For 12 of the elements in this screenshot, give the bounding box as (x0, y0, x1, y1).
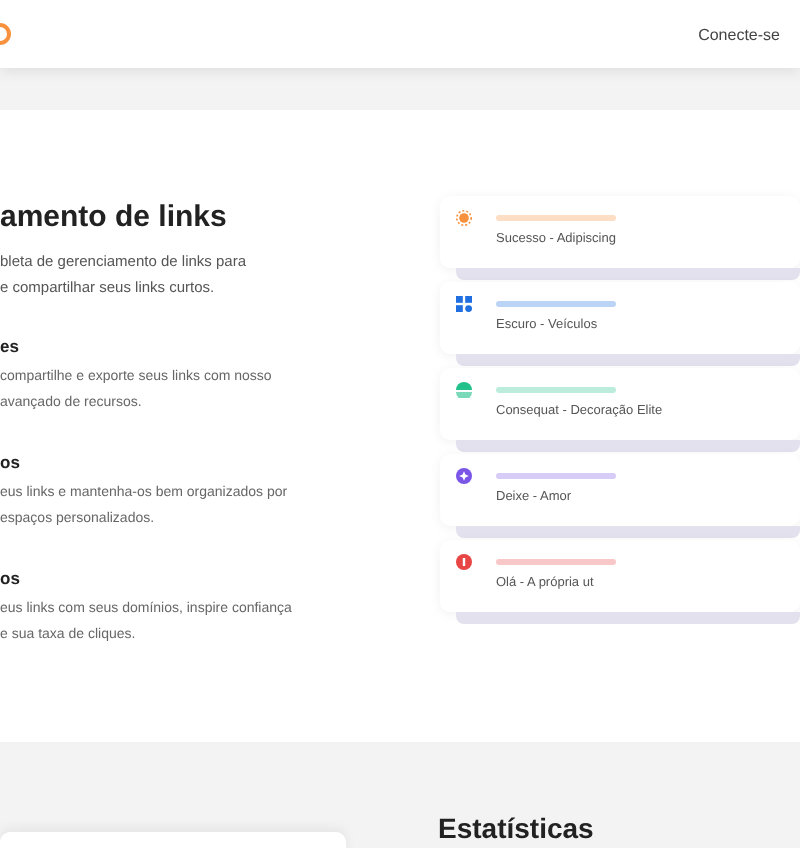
blurred-text-drawing (496, 470, 616, 482)
feature-title: os (0, 452, 22, 472)
blurred-text-drawing (496, 212, 616, 224)
logo-icon (0, 22, 12, 46)
section-title: amento de links (0, 200, 229, 236)
blurred-text-drawing (496, 384, 616, 396)
feature-title: os (0, 568, 22, 588)
feature-title: es (0, 336, 21, 356)
blurred-text-drawing (496, 556, 616, 568)
login-link[interactable]: Conecte-se (698, 25, 780, 43)
stats-title: Estatísticas (438, 812, 594, 844)
blurred-text-drawing (496, 298, 616, 310)
